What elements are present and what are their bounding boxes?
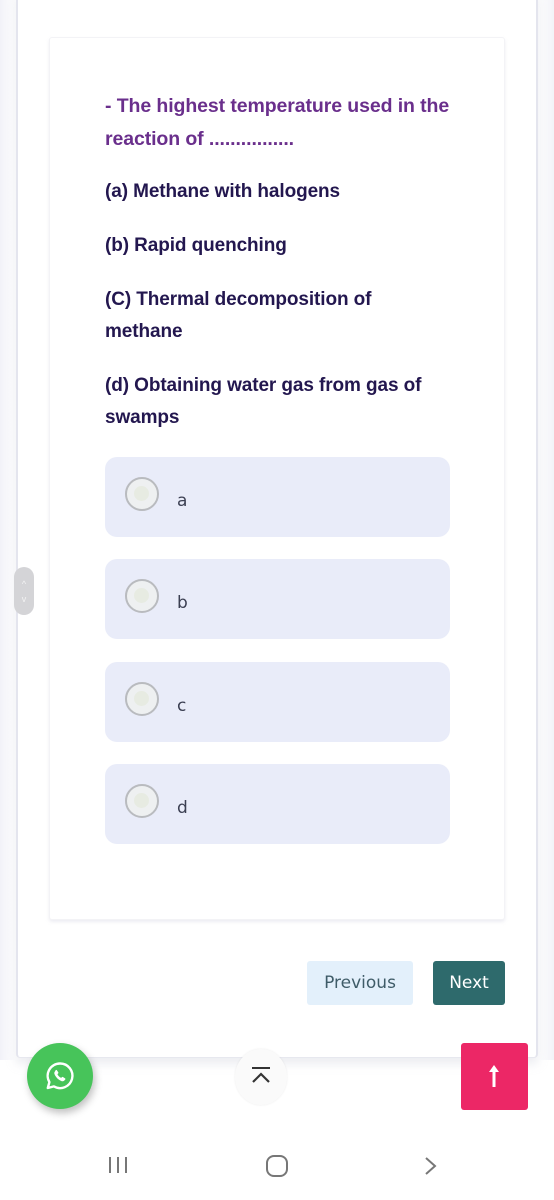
radio-button[interactable] bbox=[125, 784, 159, 818]
radio-button[interactable] bbox=[125, 477, 159, 511]
recent-apps-icon bbox=[109, 1157, 127, 1173]
chevron-up-bar-icon bbox=[252, 1067, 270, 1083]
choice-a-text: (a) Methane with halogens bbox=[105, 181, 341, 202]
chevron-up-icon: ^ bbox=[21, 579, 27, 589]
edge-panel-handle[interactable]: ^ v bbox=[14, 567, 34, 615]
option-label: c bbox=[177, 696, 187, 716]
home-icon bbox=[266, 1155, 288, 1177]
back-button[interactable] bbox=[423, 1155, 439, 1182]
recent-apps-button[interactable] bbox=[107, 1155, 129, 1180]
whatsapp-icon bbox=[46, 1062, 74, 1090]
option-label: b bbox=[177, 593, 188, 613]
radio-button[interactable] bbox=[125, 682, 159, 716]
option-label: a bbox=[177, 491, 188, 511]
choice-d-text: (d) Obtaining water gas from gas of swam… bbox=[105, 375, 422, 428]
answer-option-b[interactable]: b bbox=[105, 559, 450, 639]
previous-button[interactable]: Previous bbox=[307, 961, 413, 1005]
answer-option-a[interactable]: a bbox=[105, 457, 450, 537]
option-label: d bbox=[177, 798, 188, 818]
arrow-up-icon bbox=[489, 1065, 499, 1087]
choice-b-text: (b) Rapid quenching bbox=[105, 235, 287, 256]
radio-button[interactable] bbox=[125, 579, 159, 613]
chevron-down-icon: v bbox=[21, 594, 27, 604]
back-to-top-button[interactable] bbox=[461, 1043, 528, 1110]
back-chevron-icon bbox=[425, 1157, 437, 1175]
home-button[interactable] bbox=[265, 1154, 289, 1183]
scroll-to-top-button[interactable] bbox=[235, 1049, 287, 1105]
answer-option-c[interactable]: c bbox=[105, 662, 450, 742]
whatsapp-button[interactable] bbox=[27, 1043, 93, 1109]
next-button[interactable]: Next bbox=[433, 961, 505, 1005]
question-text: - The highest temperature used in the re… bbox=[105, 95, 450, 150]
choice-c-text: (C) Thermal decomposition of methane bbox=[105, 289, 372, 342]
answer-option-d[interactable]: d bbox=[105, 764, 450, 844]
